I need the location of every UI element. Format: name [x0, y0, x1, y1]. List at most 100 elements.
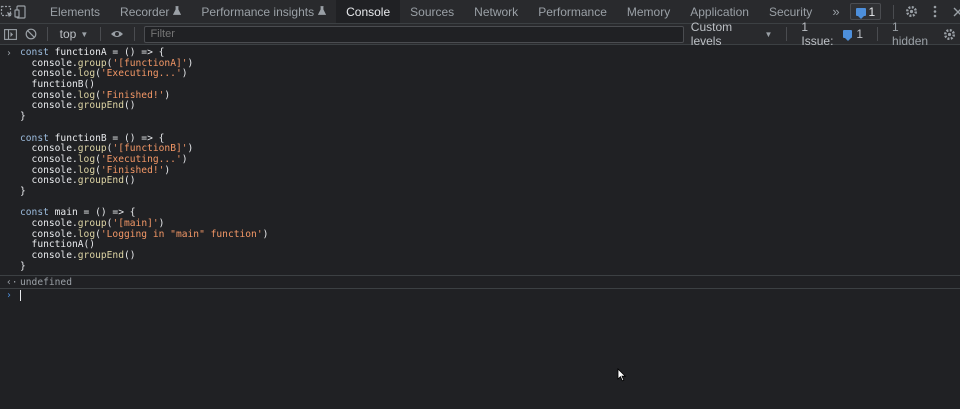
tab-label: Elements [50, 4, 101, 19]
experimental-flask-icon [317, 5, 327, 18]
code-token: console. [20, 68, 78, 80]
code-token: 'Executing...' [100, 153, 182, 165]
log-levels-dropdown[interactable]: Custom levels ▼ [684, 20, 781, 48]
console-prompt[interactable]: › [0, 289, 960, 303]
tab-elements[interactable]: Elements [40, 0, 110, 23]
console-input-entry: › const functionA = () => { console.grou… [0, 46, 960, 277]
code-token: const [20, 132, 55, 144]
result-value: undefined [20, 277, 72, 289]
code-token: ) [187, 57, 194, 69]
tab-label: Memory [626, 4, 671, 19]
code-block: const functionA = () => { console.group(… [0, 47, 960, 272]
messages-badge[interactable]: 1 [849, 3, 882, 20]
message-icon [855, 7, 866, 19]
code-line: } [0, 185, 960, 198]
sidebar-toggle-icon[interactable] [0, 22, 20, 46]
tab-label: Network [474, 4, 519, 19]
code-token: functionA = () => { [54, 47, 165, 58]
log-levels-label: Custom levels [690, 20, 733, 48]
code-token: ) [164, 164, 171, 176]
issues-count: 1 [856, 27, 864, 41]
code-token: 'Finished!' [100, 89, 165, 101]
code-token: log [77, 164, 96, 176]
code-token: () [123, 175, 136, 187]
issues-button[interactable]: 1 Issue: 1 [793, 20, 871, 48]
code-token: () [123, 100, 136, 112]
code-token: ) [164, 89, 171, 101]
console-settings-gear-icon[interactable] [940, 22, 960, 46]
code-token: group [77, 218, 107, 229]
inspect-element-icon[interactable] [0, 0, 14, 24]
live-expression-eye-icon[interactable] [107, 22, 127, 46]
code-token: const [20, 207, 55, 219]
tab-label: Performance [538, 4, 607, 19]
console-result-entry: ‹· undefined [0, 276, 960, 290]
tab-recorder[interactable]: Recorder [110, 0, 191, 23]
code-token: ) [181, 68, 188, 80]
code-line: console.log('Finished!') [0, 164, 960, 177]
code-token: log [77, 89, 96, 101]
tab-label: Console [346, 4, 391, 19]
tab-network[interactable]: Network [464, 0, 528, 23]
tab-label: Sources [410, 4, 455, 19]
code-line: functionA() [0, 240, 960, 251]
tab-memory[interactable]: Memory [617, 0, 680, 23]
text-cursor [20, 289, 21, 301]
code-token: groupEnd [77, 250, 124, 262]
context-label: top [59, 27, 77, 41]
code-token: console. [20, 228, 78, 240]
filter-input[interactable] [144, 25, 684, 43]
code-token: console. [20, 89, 78, 101]
message-icon [843, 30, 853, 41]
code-line: console.groupEnd() [0, 175, 960, 187]
code-token: '[main]' [112, 218, 159, 229]
tab-console[interactable]: Console [336, 0, 401, 23]
prompt-chevron-icon: › [6, 290, 12, 302]
result-arrow-icon: ‹· [6, 277, 18, 289]
divider [46, 27, 48, 41]
tab-label: Security [768, 4, 813, 19]
hidden-messages-count: 1 hidden [892, 20, 929, 48]
code-token: functionB() [20, 79, 96, 91]
code-token: const [20, 47, 55, 58]
code-token: groupEnd [77, 175, 124, 187]
code-token: console. [20, 57, 78, 69]
code-token: 'Executing...' [100, 68, 182, 80]
code-token: '[functionA]' [112, 57, 188, 69]
code-token: group [77, 143, 107, 155]
code-token: console. [20, 100, 78, 112]
code-token: } [20, 185, 26, 197]
messages-count: 1 [868, 4, 876, 19]
console-output[interactable]: › const functionA = () => { console.grou… [0, 46, 960, 409]
code-token: ) [187, 143, 194, 155]
code-token: functionA() [20, 239, 96, 251]
device-toolbar-icon[interactable] [14, 0, 28, 24]
divider [877, 27, 879, 41]
clear-console-icon[interactable] [20, 22, 40, 46]
divider [786, 27, 788, 41]
code-token: log [77, 68, 96, 80]
input-prompt-icon: › [6, 48, 12, 59]
tab-performance[interactable]: Performance [528, 0, 617, 23]
issues-label: 1 Issue: [801, 20, 834, 48]
tab-sources[interactable]: Sources [400, 0, 464, 23]
code-token: console. [20, 218, 78, 229]
code-line: console.log('Finished!') [0, 89, 960, 102]
close-icon[interactable] [946, 0, 960, 24]
code-token: log [77, 153, 96, 165]
code-line: console.log('Executing...') [0, 69, 960, 80]
context-selector[interactable]: top ▼ [54, 27, 95, 41]
experimental-flask-icon [173, 5, 182, 18]
tab-performance-insights[interactable]: Performance insights [191, 0, 336, 23]
code-token: console. [20, 143, 78, 155]
code-token: console. [20, 175, 78, 187]
code-line: console.groupEnd() [0, 250, 960, 262]
tab-label: Recorder [120, 4, 170, 19]
code-token: } [20, 260, 26, 272]
dropdown-caret-icon: ▼ [80, 29, 89, 39]
code-token: console. [20, 164, 78, 176]
code-token: functionB = () => { [54, 132, 165, 144]
code-token: main = () => { [54, 207, 136, 219]
dropdown-caret-icon: ▼ [764, 29, 773, 39]
